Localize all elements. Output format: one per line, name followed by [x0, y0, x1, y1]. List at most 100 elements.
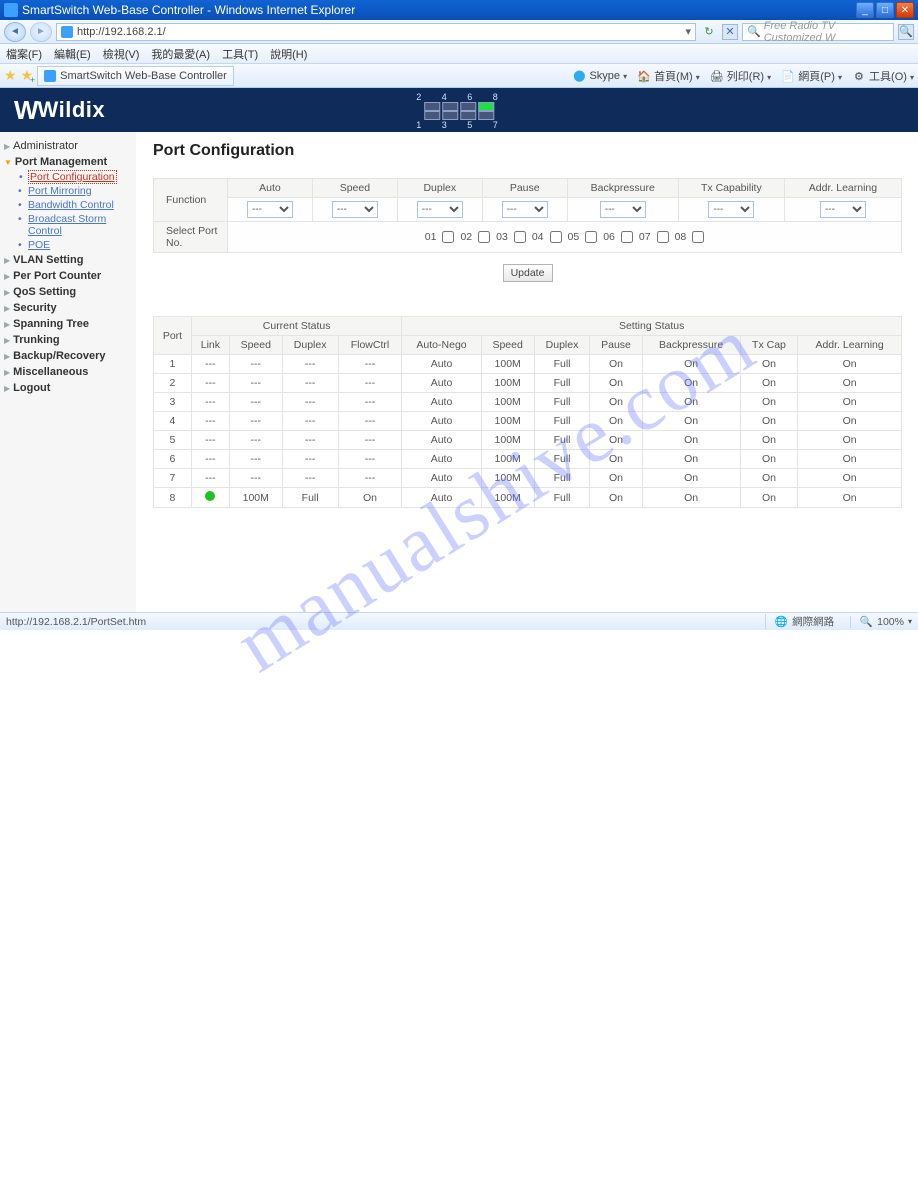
sidebar-qos[interactable]: ▶QoS Setting [4, 284, 132, 300]
col-port: Port [154, 317, 192, 355]
col-cspeed: Speed [229, 336, 282, 355]
skype-button[interactable]: ⬤ Skype ▾ [572, 69, 627, 83]
col-link: Link [191, 336, 229, 355]
sidebar-logout[interactable]: ▶Logout [4, 380, 132, 396]
col-addr: Addr. Learning [784, 179, 901, 198]
forward-button[interactable]: ► [30, 22, 52, 42]
print-button[interactable]: 🖨 列印(R) ▾ [710, 68, 771, 84]
content-area: Port Configuration Function Auto Speed D… [137, 132, 918, 612]
menu-file[interactable]: 檔案(F) [6, 46, 42, 62]
menu-tools[interactable]: 工具(T) [222, 46, 258, 62]
col-sbp: Backpressure [642, 336, 740, 355]
add-favorites-icon[interactable]: ★+ [21, 67, 34, 84]
port-label-02: 02 [460, 231, 472, 243]
command-bar: ⬤ Skype ▾ 🏠 首頁(M) ▾ 🖨 列印(R) ▾ 📄 網頁(P) ▾ … [572, 68, 914, 84]
bp-select[interactable]: --- [600, 201, 646, 218]
addr-select[interactable]: --- [820, 201, 866, 218]
back-button[interactable]: ◄ [4, 22, 26, 42]
menu-help[interactable]: 說明(H) [270, 46, 307, 62]
sidebar-per-port-counter[interactable]: ▶Per Port Counter [4, 268, 132, 284]
col-flow: FlowCtrl [338, 336, 402, 355]
port-numbers-top: 2 4 6 8 [416, 92, 507, 102]
colgroup-current: Current Status [191, 317, 401, 336]
port-checkbox-02[interactable] [478, 231, 490, 243]
port-checkbox-05[interactable] [585, 231, 597, 243]
pause-select[interactable]: --- [502, 201, 548, 218]
tools-button[interactable]: ⚙ 工具(O) ▾ [852, 68, 914, 84]
refresh-button[interactable]: ↻ [700, 23, 718, 41]
config-table: Function Auto Speed Duplex Pause Backpre… [153, 178, 902, 292]
address-bar-row: ◄ ► http://192.168.2.1/ ▾ ↻ ✕ 🔍 Free Rad… [0, 20, 918, 44]
address-drop-icon[interactable]: ▾ [685, 25, 691, 38]
col-backpressure: Backpressure [567, 179, 678, 198]
sidebar-port-mirroring[interactable]: Port Mirroring [28, 184, 132, 198]
port-checkbox-03[interactable] [514, 231, 526, 243]
search-placeholder: Free Radio TV Customized W [764, 20, 889, 44]
sidebar-poe[interactable]: POE [28, 238, 132, 252]
sidebar: ▶Administrator ▼Port Management Port Con… [0, 132, 137, 612]
skype-icon: ⬤ [572, 69, 586, 83]
txcap-select[interactable]: --- [708, 201, 754, 218]
col-pause: Pause [482, 179, 567, 198]
status-bar: http://192.168.2.1/PortSet.htm 🌐網際網路 🔍10… [0, 612, 918, 630]
window-title: SmartSwitch Web-Base Controller - Window… [22, 3, 355, 17]
port-led-8 [478, 102, 494, 111]
page-button[interactable]: 📄 網頁(P) ▾ [781, 68, 842, 84]
sidebar-port-management[interactable]: ▼Port Management [4, 154, 132, 170]
sidebar-port-configuration[interactable]: Port Configuration [28, 170, 117, 184]
search-go-button[interactable]: 🔍 [898, 24, 914, 40]
sidebar-security[interactable]: ▶Security [4, 300, 132, 316]
table-row: 1------------Auto100MFullOnOnOnOn [154, 355, 902, 374]
search-box[interactable]: 🔍 Free Radio TV Customized W [742, 23, 894, 41]
sidebar-backup[interactable]: ▶Backup/Recovery [4, 348, 132, 364]
sidebar-spanning-tree[interactable]: ▶Spanning Tree [4, 316, 132, 332]
sidebar-vlan[interactable]: ▶VLAN Setting [4, 252, 132, 268]
port-label-06: 06 [603, 231, 615, 243]
sidebar-administrator[interactable]: ▶Administrator [4, 138, 132, 154]
menu-view[interactable]: 檢視(V) [103, 46, 140, 62]
zoom-level[interactable]: 🔍100% ▾ [850, 616, 912, 628]
port-checkbox-01[interactable] [442, 231, 454, 243]
internet-zone-icon: 🌐 [774, 616, 788, 628]
duplex-select[interactable]: --- [417, 201, 463, 218]
port-indicator: 2 4 6 8 1 3 5 7 [411, 92, 507, 130]
table-row: 4------------Auto100MFullOnOnOnOn [154, 412, 902, 431]
zoom-icon: 🔍 [859, 616, 873, 628]
home-button[interactable]: 🏠 首頁(M) ▾ [637, 68, 700, 84]
ie-icon [61, 26, 73, 38]
status-zone: 🌐網際網路 [765, 614, 834, 629]
update-button[interactable]: Update [503, 264, 553, 282]
printer-icon: 🖨 [710, 70, 724, 84]
port-label-08: 08 [675, 231, 687, 243]
port-checkbox-04[interactable] [550, 231, 562, 243]
col-duplex: Duplex [397, 179, 482, 198]
port-label-07: 07 [639, 231, 651, 243]
ie-icon [44, 70, 56, 82]
maximize-button[interactable]: □ [876, 2, 894, 18]
favorites-icon[interactable]: ★ [4, 67, 17, 84]
browser-tab[interactable]: SmartSwitch Web-Base Controller [37, 66, 234, 86]
table-row: 2------------Auto100MFullOnOnOnOn [154, 374, 902, 393]
speed-select[interactable]: --- [332, 201, 378, 218]
col-stxcap: Tx Cap [740, 336, 797, 355]
port-checkbox-06[interactable] [621, 231, 633, 243]
port-checkbox-07[interactable] [657, 231, 669, 243]
port-label-03: 03 [496, 231, 508, 243]
menu-favorites[interactable]: 我的最愛(A) [151, 46, 210, 62]
status-url: http://192.168.2.1/PortSet.htm [6, 616, 146, 628]
address-bar[interactable]: http://192.168.2.1/ ▾ [56, 23, 696, 41]
port-label-01: 01 [425, 231, 437, 243]
sidebar-broadcast-storm[interactable]: Broadcast Storm Control [28, 212, 132, 238]
port-checkbox-08[interactable] [692, 231, 704, 243]
link-up-icon [205, 491, 215, 501]
colgroup-setting: Setting Status [402, 317, 902, 336]
auto-select[interactable]: --- [247, 201, 293, 218]
stop-button[interactable]: ✕ [722, 24, 738, 40]
sidebar-trunking[interactable]: ▶Trunking [4, 332, 132, 348]
sidebar-bandwidth-control[interactable]: Bandwidth Control [28, 198, 132, 212]
app-header: WWildix 2 4 6 8 1 3 5 7 [0, 88, 918, 132]
minimize-button[interactable]: _ [856, 2, 874, 18]
sidebar-misc[interactable]: ▶Miscellaneous [4, 364, 132, 380]
menu-edit[interactable]: 編輯(E) [54, 46, 91, 62]
close-button[interactable]: ✕ [896, 2, 914, 18]
